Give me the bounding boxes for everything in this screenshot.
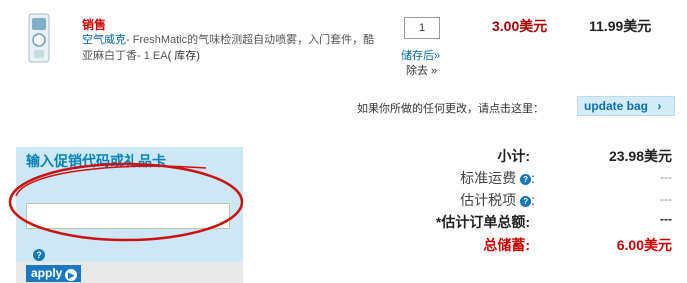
arrow-right-icon: ▶ [65, 269, 78, 281]
apply-button[interactable]: apply ▶ [26, 265, 82, 282]
annotation-ellipse [8, 162, 244, 242]
unit-price: 3.00美元 [492, 18, 548, 34]
stock-status: ( 库存) [167, 50, 200, 62]
savings-value: 6.00美元 [616, 237, 672, 253]
quantity-input[interactable] [404, 17, 440, 39]
apply-label: apply [31, 266, 63, 280]
help-icon[interactable]: ? [520, 174, 532, 185]
product-description[interactable]: - FreshMatic的气味检测超自动喷雾，入门套件，酷亚麻白丁香- 1 EA [82, 34, 374, 62]
tax-label-text: 估计税项 [460, 192, 517, 208]
subtotal-label: 小计: [497, 148, 530, 164]
line-total: 11.99美元 [589, 18, 652, 34]
product-name[interactable]: 空气威克- FreshMatic的气味检测超自动喷雾，入门套件，酷亚麻白丁香- … [82, 32, 382, 64]
update-bag-label: update bag [584, 99, 649, 113]
estimated-total-label: *估计订单总额: [435, 214, 530, 230]
tax-label: 估计税项?: [460, 192, 535, 208]
shipping-label-text: 标准运费 [460, 170, 517, 186]
update-bag-button[interactable]: update bag › [577, 96, 675, 116]
shipping-label: 标准运费?: [460, 170, 535, 186]
help-icon[interactable]: ? [33, 249, 45, 261]
update-hint-text: 如果你所做的任何更改，请点击这里： [357, 103, 544, 115]
subtotal-value: 23.98美元 [608, 148, 672, 164]
remove-link[interactable]: 除去 » [406, 62, 437, 78]
help-icon[interactable]: ? [520, 196, 532, 207]
save-for-later-link[interactable]: 储存后» [401, 47, 440, 63]
product-thumbnail[interactable] [26, 12, 52, 64]
chevron-right-icon: › [657, 99, 662, 113]
shipping-value: --- [660, 170, 672, 184]
tax-value: --- [660, 192, 672, 206]
sale-badge: 销售 [82, 18, 107, 32]
product-brand[interactable]: 空气威克 [82, 34, 126, 46]
savings-label: 总储蓄: [483, 237, 530, 253]
estimated-total-value: --- [660, 212, 672, 226]
